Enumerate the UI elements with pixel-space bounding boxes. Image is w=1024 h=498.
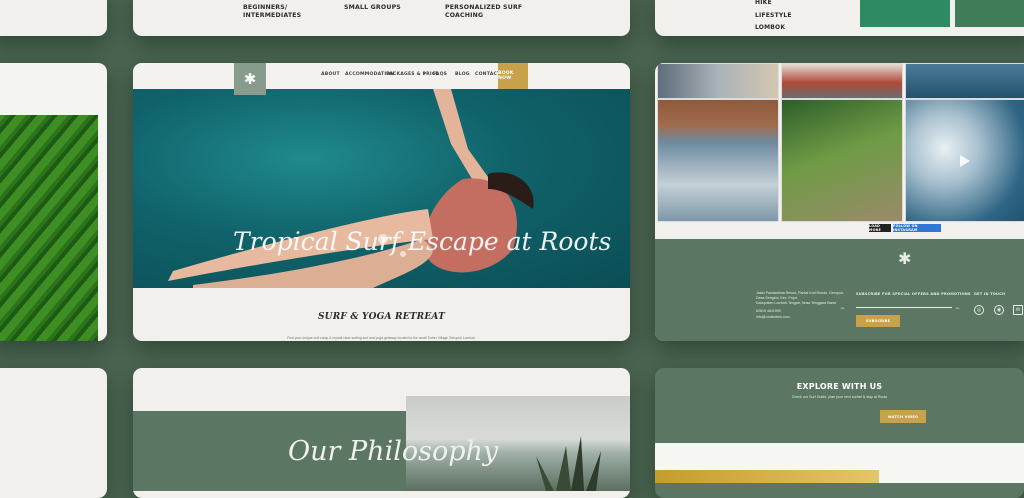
site-footer: ✱ Jalan Pandanlima Resort, Pantai Kuti R…	[655, 239, 1024, 341]
subscribe-label: SUBSCRIBE FOR SPECIAL OFFERS AND PROMOTI…	[856, 292, 971, 296]
section-title: SURF & YOGA RETREAT	[317, 312, 446, 322]
gallery-photo-sea[interactable]	[905, 63, 1024, 99]
category-hike[interactable]: HIKE	[755, 0, 792, 10]
philosophy-title: Our Philosophy	[288, 436, 499, 467]
hero-swimmer-illustration	[168, 89, 534, 288]
nav-blog[interactable]: BLOG	[455, 72, 470, 77]
subscribe-email-input[interactable]	[856, 307, 952, 308]
gallery-footer-card: LOAD MORE FOLLOW ON INSTAGRAM ✱ Jalan Pa…	[655, 63, 1024, 341]
top-feature-card: BEGINNERS/ INTERMEDIATES SMALL GROUPS PE…	[133, 0, 630, 36]
hero-title: Tropical Surf Escape at Roots	[233, 227, 612, 256]
chevron-down-icon: ▾	[423, 71, 426, 77]
site-nav: ABOUT ACCOMMODATION PACKAGES & PRICE ▾ F…	[133, 63, 630, 89]
yellow-building-photo	[655, 470, 879, 483]
feature-beginners: BEGINNERS/ INTERMEDIATES	[243, 4, 302, 19]
plant-photo	[955, 0, 1024, 27]
feature-small-groups: SMALL GROUPS	[344, 4, 401, 11]
gallery-photo-beach[interactable]	[657, 63, 779, 99]
wave-divider-icon: ∼	[840, 306, 846, 312]
left-leaf-card	[0, 63, 107, 341]
nav-faqs[interactable]: FAQS	[433, 72, 447, 77]
nav-packages[interactable]: PACKAGES & PRICE	[386, 72, 439, 77]
footer-address: Jalan Pandanlima Resort, Pantai Kuti Ron…	[756, 291, 844, 306]
footer-email[interactable]: info@rootsvibes.com	[756, 315, 790, 320]
gallery-photo-surfer[interactable]	[657, 99, 779, 222]
bottom-left-card	[0, 368, 107, 498]
explore-subtitle: Check our Surf Guide, plan your next sur…	[791, 395, 888, 399]
mail-icon[interactable]: ✉	[1013, 305, 1023, 315]
gallery-photo-palms[interactable]	[781, 99, 903, 222]
category-list: HIKE LIFESTYLE LOMBOK	[755, 0, 792, 35]
address-line-3: Kabupaten Lombok Tengah, Nusa Tenggara B…	[756, 301, 836, 305]
load-more-button[interactable]: LOAD MORE	[869, 224, 891, 232]
feature-surf-coaching: PERSONALIZED SURF COACHING	[445, 4, 523, 19]
wave-divider-icon-2: ∼	[955, 306, 961, 312]
category-lombok[interactable]: LOMBOK	[755, 22, 792, 35]
green-wall-photo	[860, 0, 950, 27]
top-left-card	[0, 0, 107, 36]
footer-phone[interactable]: 62819 4611990	[756, 309, 781, 314]
tripadvisor-icon[interactable]: ◉	[994, 305, 1004, 315]
top-right-card: HIKE LIFESTYLE LOMBOK	[655, 0, 1024, 36]
nav-contact[interactable]: CONTACT	[475, 72, 500, 77]
subscribe-button[interactable]: SUBSCRIBE	[856, 315, 900, 327]
philosophy-card: Our Philosophy	[133, 368, 630, 498]
instagram-follow-button[interactable]: FOLLOW ON INSTAGRAM	[893, 224, 941, 232]
play-icon[interactable]	[960, 155, 970, 167]
hero-card: Tropical Surf Escape at Roots ABOUT ACCO…	[133, 63, 630, 341]
category-lifestyle[interactable]: LIFESTYLE	[755, 10, 792, 23]
hero-image: Tropical Surf Escape at Roots	[133, 89, 630, 288]
watch-video-button[interactable]: WATCH VIDEO	[880, 410, 926, 423]
explore-card: EXPLORE WITH US Check our Surf Guide, pl…	[655, 368, 1024, 498]
nav-about[interactable]: ABOUT	[321, 72, 340, 77]
book-now-button[interactable]: BOOK NOW	[498, 63, 528, 89]
footer-palm-logo-icon: ✱	[898, 251, 912, 268]
gallery-photo-boat[interactable]	[781, 63, 903, 99]
instagram-icon[interactable]: ◎	[974, 305, 984, 315]
section-blurb: Find your unique surf camp & crystal cle…	[287, 336, 476, 340]
palm-leaf-photo	[0, 115, 98, 341]
get-in-touch-label: GET IN TOUCH	[974, 292, 1006, 296]
palm-logo-icon[interactable]: ✱	[234, 63, 266, 95]
explore-title: EXPLORE WITH US	[796, 382, 883, 391]
